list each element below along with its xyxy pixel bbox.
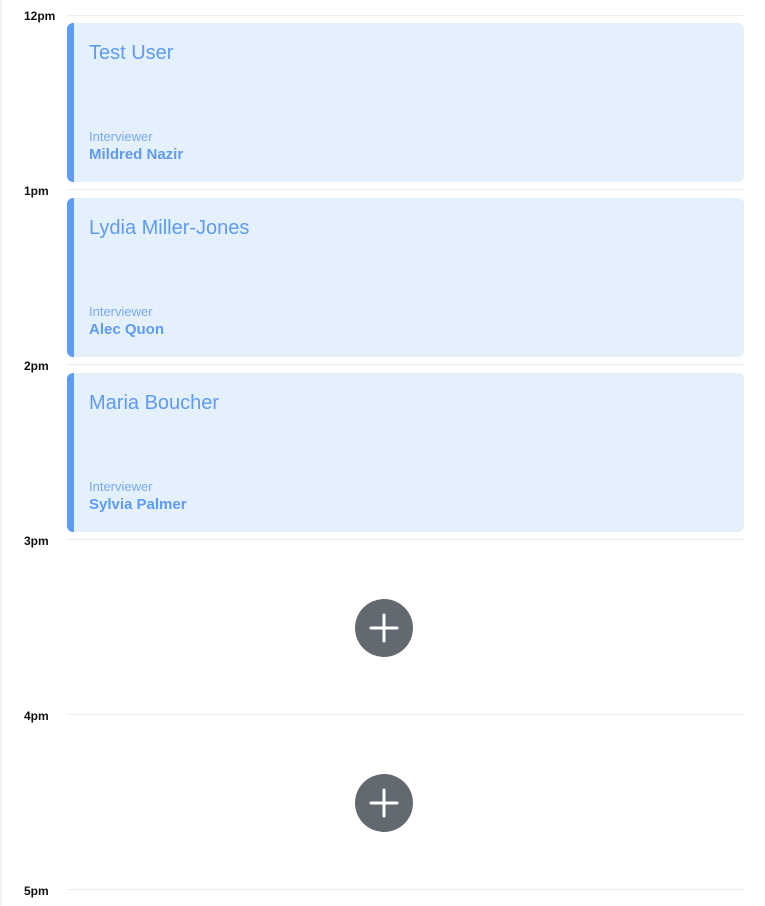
hour-line-1pm [66,189,744,190]
interviewer-label: Interviewer [89,129,153,144]
interview-event-card[interactable]: Maria Boucher Interviewer Sylvia Palmer [67,373,744,532]
interview-event-card[interactable]: Lydia Miller-Jones Interviewer Alec Quon [67,198,744,357]
event-accent-bar [67,373,74,532]
event-accent-bar [67,23,74,182]
plus-icon [369,613,399,643]
hour-line-12pm [66,15,744,16]
interviewer-label: Interviewer [89,304,153,319]
add-interview-button[interactable] [355,599,413,657]
left-edge-divider [0,0,2,906]
time-label-3pm: 3pm [24,534,49,548]
time-label-1pm: 1pm [24,184,49,198]
interview-event-card[interactable]: Test User Interviewer Mildred Nazir [67,23,744,182]
interviewer-name: Sylvia Palmer [89,496,187,513]
plus-icon [369,788,399,818]
hour-line-4pm [66,714,744,715]
hour-line-2pm [66,364,744,365]
add-interview-button[interactable] [355,774,413,832]
hour-line-5pm [66,889,744,890]
hour-line-3pm [66,539,744,540]
candidate-name: Maria Boucher [89,392,220,414]
candidate-name: Test User [89,42,174,64]
time-label-4pm: 4pm [24,709,49,723]
time-label-5pm: 5pm [24,884,49,898]
interviewer-name: Alec Quon [89,321,165,338]
event-accent-bar [67,198,74,357]
candidate-name: Lydia Miller-Jones [89,217,250,239]
time-label-2pm: 2pm [24,359,49,373]
time-label-12pm: 12pm [24,9,56,23]
interviewer-label: Interviewer [89,479,153,494]
interviewer-name: Mildred Nazir [89,146,184,163]
